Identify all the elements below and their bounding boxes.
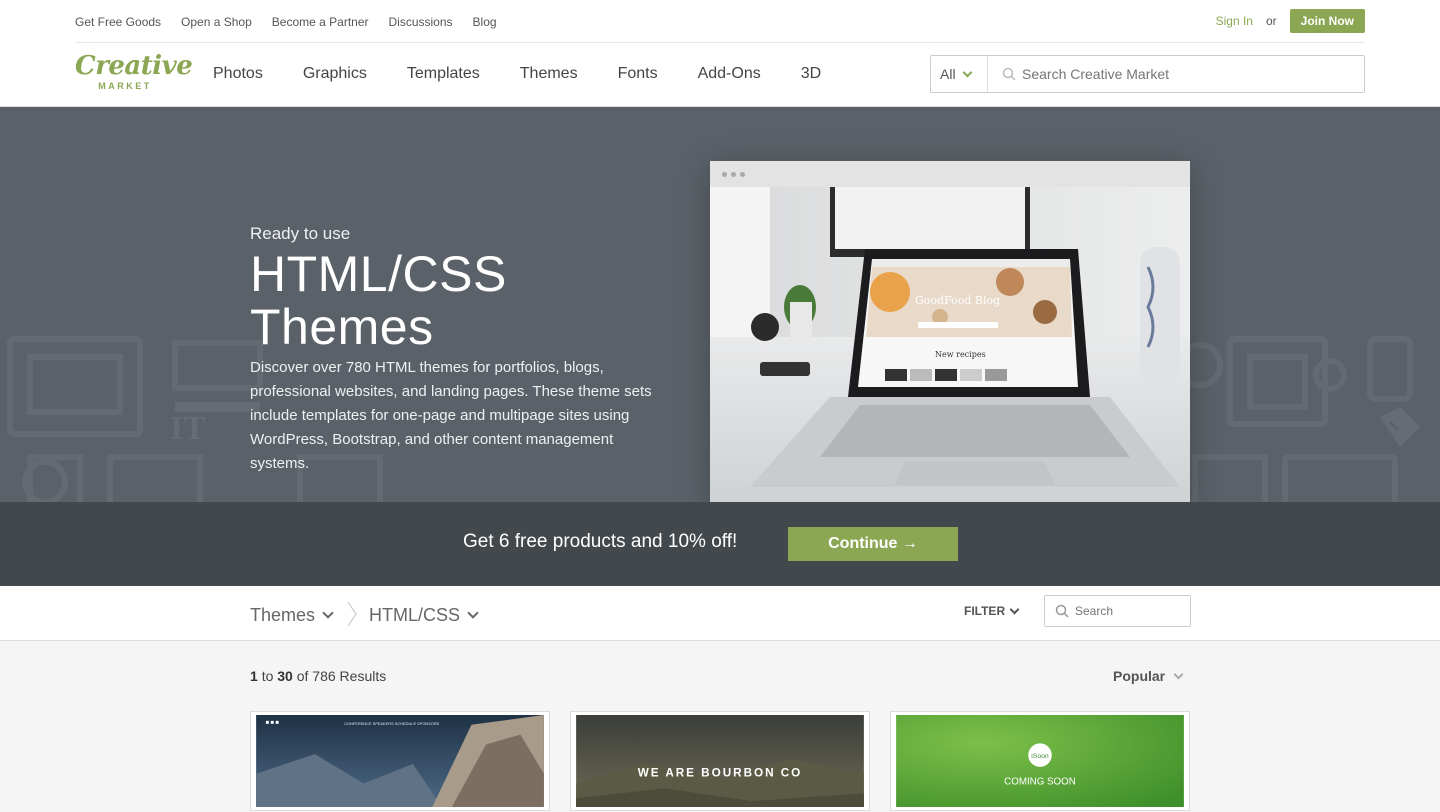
chevron-down-icon bbox=[962, 67, 973, 77]
hero-title: HTML/CSS Themes bbox=[250, 248, 670, 354]
laptop-on-desk-image: GoodFood Blog New recipes bbox=[710, 187, 1190, 502]
search-icon bbox=[1002, 67, 1016, 81]
utility-bar-inner: Get Free Goods Open a Shop Become a Part… bbox=[75, 0, 1365, 43]
logo-wordmark: Creative bbox=[75, 51, 193, 81]
or-text: or bbox=[1265, 14, 1277, 28]
nav-themes[interactable]: Themes bbox=[520, 65, 578, 83]
promo-bar: Get 6 free products and 10% off! Continu… bbox=[0, 502, 1440, 586]
nav-graphics[interactable]: Graphics bbox=[303, 65, 367, 83]
filter-button[interactable]: FILTER bbox=[964, 604, 1020, 618]
hero-kicker: Ready to use bbox=[250, 224, 351, 243]
hero-description: Discover over 780 HTML themes for portfo… bbox=[250, 359, 652, 472]
category-nav: Photos Graphics Templates Themes Fonts A… bbox=[213, 65, 861, 83]
link-discussions[interactable]: Discussions bbox=[389, 15, 453, 29]
product-thumbnail: iSoon COMING SOON bbox=[896, 715, 1184, 807]
hero-title-line2: Themes bbox=[250, 299, 434, 355]
creative-market-logo[interactable]: Creative MARKET bbox=[75, 51, 193, 93]
breadcrumb-subcategory-label: HTML/CSS bbox=[369, 605, 461, 625]
results-search bbox=[1044, 595, 1191, 627]
results-search-input[interactable] bbox=[1075, 604, 1175, 618]
breadcrumb-separator-icon bbox=[347, 601, 357, 627]
nav-templates[interactable]: Templates bbox=[407, 65, 480, 83]
link-blog[interactable]: Blog bbox=[473, 15, 497, 29]
card-badge: iSoon bbox=[1031, 753, 1049, 760]
breadcrumb-category[interactable]: Themes bbox=[250, 605, 334, 626]
product-card[interactable]: CONFERENCE SPEAKERS SCHEDULE SPONSORS bbox=[250, 711, 550, 811]
hero-browser-mockup: GoodFood Blog New recipes bbox=[710, 161, 1190, 502]
hero-text: Ready to use HTML/CSS Themes Discover ov… bbox=[250, 224, 670, 476]
nav-fonts[interactable]: Fonts bbox=[618, 65, 658, 83]
link-open-a-shop[interactable]: Open a Shop bbox=[181, 15, 252, 29]
product-card[interactable]: WE ARE BOURBON CO bbox=[570, 711, 870, 811]
hero-title-line1: HTML/CSS bbox=[250, 246, 507, 302]
logo-subtext: MARKET bbox=[98, 81, 152, 91]
results-from: 1 bbox=[250, 668, 258, 684]
utility-links: Get Free Goods Open a Shop Become a Part… bbox=[75, 15, 497, 29]
product-card[interactable]: iSoon COMING SOON bbox=[890, 711, 1190, 811]
auth-area: Sign In or Join Now bbox=[1216, 9, 1365, 33]
search-icon bbox=[1055, 604, 1069, 618]
product-thumbnail: WE ARE BOURBON CO bbox=[576, 715, 864, 807]
results-count: 1 to 30 of 786 Results bbox=[250, 668, 386, 684]
svg-text:IT: IT bbox=[170, 410, 206, 447]
screen-title: GoodFood Blog bbox=[915, 294, 1000, 307]
hero-banner: IT Ready to use HTML/CSS Themes Discover… bbox=[0, 107, 1440, 502]
screen-section: New recipes bbox=[935, 350, 986, 359]
card-headline: COMING SOON bbox=[1004, 776, 1076, 787]
nav-add-ons[interactable]: Add-Ons bbox=[698, 65, 761, 83]
search-scope-value: All bbox=[940, 66, 956, 82]
breadcrumb-subcategory[interactable]: HTML/CSS bbox=[369, 605, 479, 626]
utility-bar: Get Free Goods Open a Shop Become a Part… bbox=[0, 0, 1440, 43]
breadcrumb-category-label: Themes bbox=[250, 605, 316, 625]
filter-bar: Themes HTML/CSS FILTER bbox=[0, 586, 1440, 641]
product-thumbnail: CONFERENCE SPEAKERS SCHEDULE SPONSORS bbox=[256, 715, 544, 807]
nav-3d[interactable]: 3D bbox=[801, 65, 821, 83]
continue-button[interactable]: Continue → bbox=[788, 527, 958, 561]
results-to-word: to bbox=[261, 668, 274, 684]
chevron-down-icon bbox=[467, 607, 479, 619]
sort-select[interactable]: Popular bbox=[1113, 668, 1184, 684]
search-scope-select[interactable]: All bbox=[931, 56, 988, 92]
promo-text: Get 6 free products and 10% off! bbox=[463, 531, 738, 552]
link-get-free-goods[interactable]: Get Free Goods bbox=[75, 15, 161, 29]
filter-label: FILTER bbox=[964, 604, 1006, 618]
results-to: 30 bbox=[277, 668, 293, 684]
sort-value: Popular bbox=[1113, 668, 1166, 684]
join-now-button[interactable]: Join Now bbox=[1289, 9, 1365, 33]
search-field bbox=[988, 56, 1364, 92]
chevron-down-icon bbox=[1173, 669, 1184, 679]
main-nav: Creative MARKET Photos Graphics Template… bbox=[0, 43, 1440, 107]
chevron-down-icon bbox=[322, 607, 334, 619]
card-headline: WE ARE BOURBON CO bbox=[638, 767, 803, 780]
browser-titlebar bbox=[710, 161, 1190, 187]
chevron-down-icon bbox=[1009, 604, 1020, 614]
link-become-a-partner[interactable]: Become a Partner bbox=[272, 15, 369, 29]
nav-photos[interactable]: Photos bbox=[213, 65, 263, 83]
card-nav-text: CONFERENCE SPEAKERS SCHEDULE SPONSORS bbox=[344, 721, 439, 726]
search-input[interactable] bbox=[1022, 66, 1342, 82]
global-search: All bbox=[930, 55, 1365, 93]
sign-in-link[interactable]: Sign In bbox=[1216, 14, 1253, 28]
results-total: of 786 Results bbox=[296, 668, 387, 684]
